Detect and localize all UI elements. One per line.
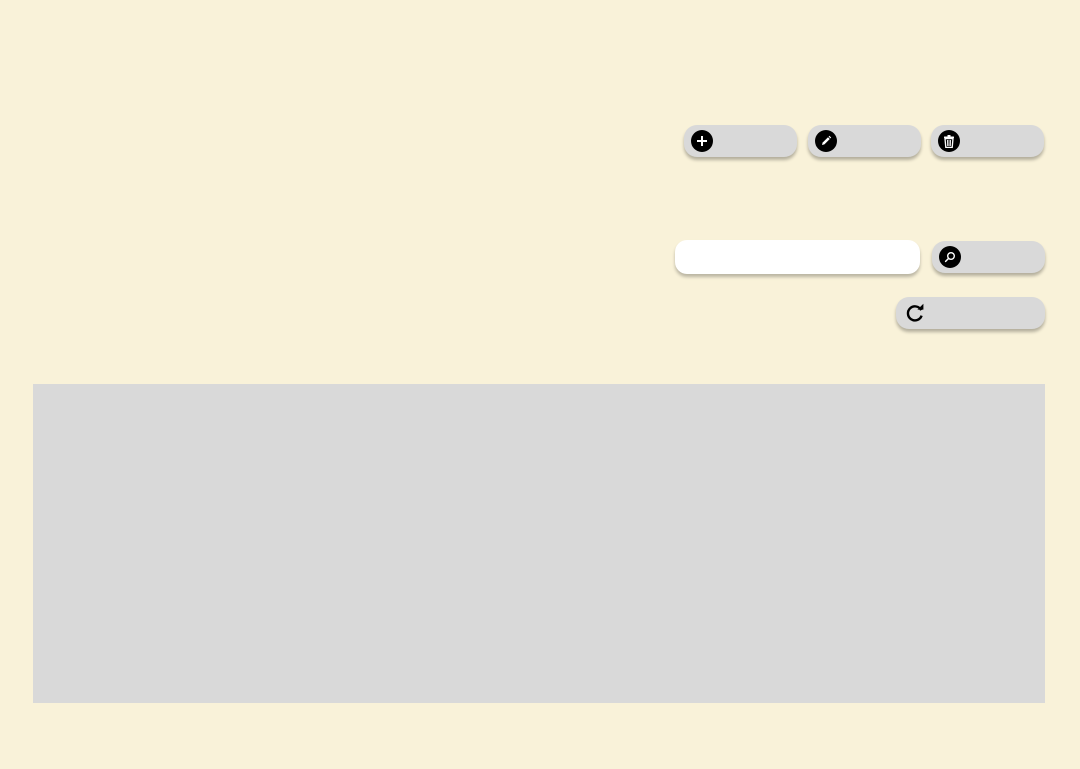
delete-button[interactable]: [931, 125, 1044, 157]
search-input[interactable]: [675, 240, 920, 274]
data-panel: [33, 384, 1045, 703]
edit-button[interactable]: [808, 125, 921, 157]
search-button[interactable]: [932, 241, 1045, 273]
trash-icon: [938, 130, 960, 152]
pencil-icon: [815, 130, 837, 152]
add-button[interactable]: [684, 125, 797, 157]
search-icon: [939, 246, 961, 268]
refresh-button[interactable]: [896, 297, 1045, 329]
add-icon: [691, 130, 713, 152]
refresh-icon: [904, 302, 926, 324]
